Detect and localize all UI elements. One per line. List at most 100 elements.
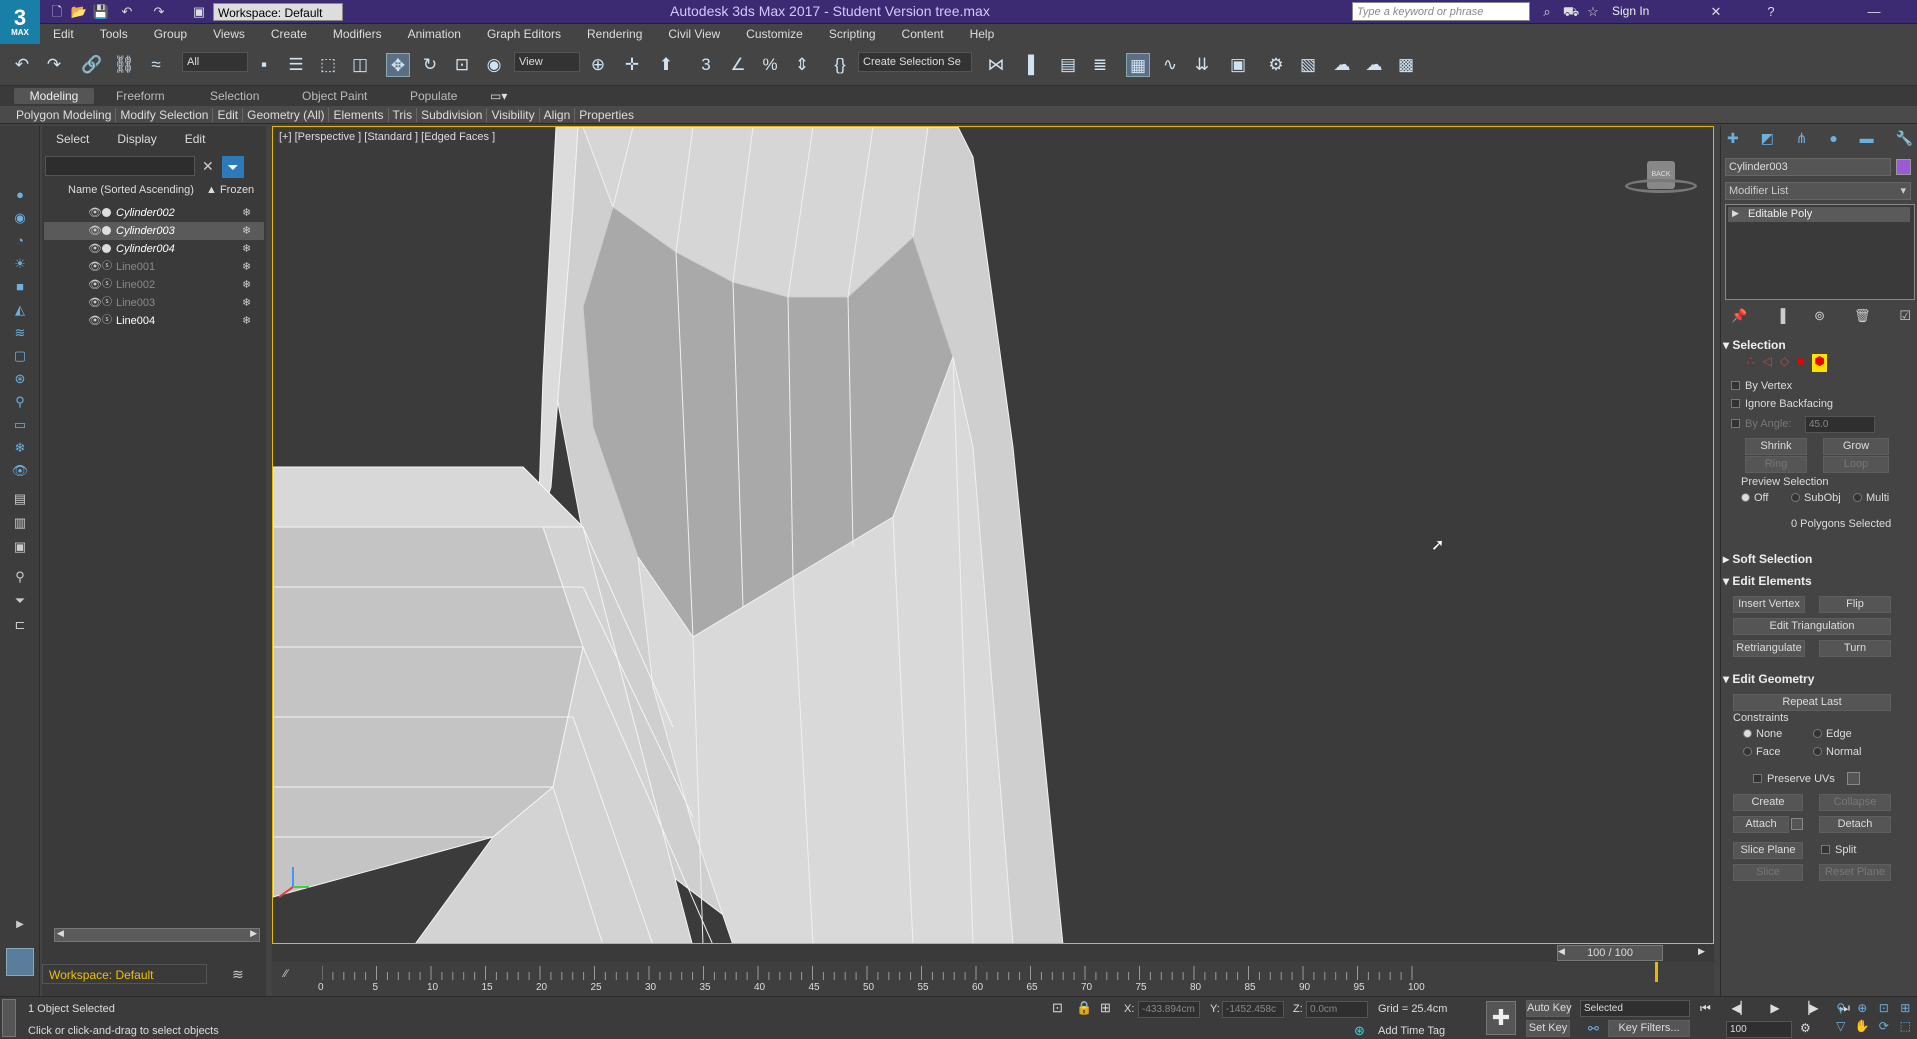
- motion-tab-icon[interactable]: ●: [1829, 130, 1837, 152]
- binoculars-icon[interactable]: ⌕: [1538, 3, 1556, 21]
- edit-geometry-rollout-header[interactable]: ▾ Edit Geometry: [1723, 670, 1913, 688]
- x-coordinate-field[interactable]: -433.894cm: [1138, 1001, 1200, 1018]
- ribbon-geometry-all[interactable]: Geometry (All): [243, 107, 330, 122]
- by-angle-spinner[interactable]: 45.0: [1805, 416, 1875, 433]
- layer-explorer-toggle-icon[interactable]: [6, 948, 34, 976]
- invert-display-icon[interactable]: ▣: [11, 538, 29, 556]
- preview-off-radio[interactable]: Off: [1741, 492, 1768, 504]
- clear-search-icon[interactable]: ✕: [202, 158, 214, 175]
- undo-icon[interactable]: ↶: [118, 3, 136, 21]
- explorer-row[interactable]: 👁 Cylinder003 ❄: [44, 222, 264, 240]
- maxscript-listener-icon[interactable]: [2, 999, 16, 1037]
- split-checkbox[interactable]: Split: [1821, 844, 1856, 856]
- zoom-icon[interactable]: ⚲: [1830, 1001, 1852, 1019]
- frozen-toggle-icon[interactable]: ❄: [242, 204, 251, 222]
- make-unique-icon[interactable]: ⊚: [1814, 308, 1825, 326]
- display-none-toggle-icon[interactable]: ▥: [11, 514, 29, 532]
- element-icon[interactable]: ⬢: [1812, 354, 1827, 372]
- ribbon-tab-freeform[interactable]: Freeform: [110, 88, 171, 104]
- display-groups-icon[interactable]: ▢: [11, 347, 29, 365]
- loop-button[interactable]: Loop: [1823, 456, 1889, 473]
- time-slider[interactable]: 100 / 100 ◀ ▶: [272, 944, 1714, 962]
- flip-button[interactable]: Flip: [1819, 596, 1891, 613]
- display-geometry-icon[interactable]: ◉: [11, 209, 29, 227]
- menu-group[interactable]: Group: [141, 27, 200, 41]
- set-key-button[interactable]: Set Key: [1526, 1020, 1570, 1037]
- select-manipulate-icon[interactable]: ✛: [620, 53, 644, 77]
- ribbon-visibility[interactable]: Visibility: [487, 107, 540, 122]
- star-icon[interactable]: ☆: [1584, 3, 1602, 21]
- ribbon-subdivision[interactable]: Subdivision: [417, 107, 488, 122]
- explorer-row[interactable]: 👁 ⓢ Line002 ❄: [44, 276, 264, 294]
- workspace-dropdown[interactable]: Workspace: Default: [213, 3, 343, 21]
- retriangulate-button[interactable]: Retriangulate: [1733, 640, 1805, 657]
- project-folder-icon[interactable]: ▣: [190, 3, 208, 21]
- track-bar[interactable]: ⁄∕ 0 5 10 15 20 25 30 35 40 45 50 55 60 65 70 75 80 85 90 9…: [272, 962, 1714, 996]
- constraint-face-radio[interactable]: Face: [1743, 746, 1780, 758]
- align-icon[interactable]: ▐: [1016, 53, 1040, 77]
- pivot-center-icon[interactable]: ⊕: [586, 53, 610, 77]
- window-crossing-icon[interactable]: ◫: [348, 53, 372, 77]
- menu-tools[interactable]: Tools: [87, 27, 141, 41]
- curve-editor-mini-icon[interactable]: ⁄∕: [284, 968, 288, 980]
- reference-coordinate-dropdown[interactable]: View: [514, 52, 580, 72]
- display-all-icon[interactable]: ▤: [11, 490, 29, 508]
- key-filter-icon[interactable]: ⚯: [1588, 1021, 1599, 1037]
- vertex-icon[interactable]: ∴: [1747, 354, 1755, 372]
- perspective-viewport[interactable]: [+] [Perspective ] [Standard ] [Edged Fa…: [272, 126, 1714, 944]
- prev-key-icon[interactable]: ◀▏: [1731, 1001, 1749, 1017]
- preview-multi-radio[interactable]: Multi: [1853, 492, 1889, 504]
- z-coordinate-field[interactable]: 0.0cm: [1306, 1001, 1368, 1018]
- ribbon-edit[interactable]: Edit: [213, 107, 244, 122]
- undo-icon[interactable]: ↶: [10, 53, 34, 77]
- menu-help[interactable]: Help: [957, 27, 1008, 41]
- menu-graph-editors[interactable]: Graph Editors: [474, 27, 574, 41]
- ribbon-polygon-modeling[interactable]: Polygon Modeling: [12, 107, 117, 122]
- frozen-toggle-icon[interactable]: ❄: [242, 312, 251, 330]
- soft-selection-rollout-header[interactable]: ▸ Soft Selection: [1723, 550, 1913, 568]
- turn-button[interactable]: Turn: [1819, 640, 1891, 657]
- render-production-icon[interactable]: ☁: [1330, 53, 1354, 77]
- ignore-backfacing-checkbox[interactable]: Ignore Backfacing: [1731, 398, 1833, 410]
- explorer-filter-icon[interactable]: ⏷: [222, 156, 244, 178]
- display-helpers-icon[interactable]: ◭: [11, 301, 29, 319]
- named-selection-sets-dropdown[interactable]: Create Selection Se: [858, 52, 972, 72]
- redo-icon[interactable]: ↷: [150, 3, 168, 21]
- expand-icon[interactable]: ⊏: [11, 616, 29, 634]
- zoom-extents-icon[interactable]: ⊡: [1873, 1001, 1895, 1019]
- collapse-button[interactable]: Collapse: [1819, 794, 1891, 811]
- edit-elements-rollout-header[interactable]: ▾ Edit Elements: [1723, 572, 1913, 590]
- menu-content[interactable]: Content: [889, 27, 957, 41]
- object-color-swatch[interactable]: [1896, 159, 1911, 175]
- add-time-tag-label[interactable]: Add Time Tag: [1378, 1025, 1445, 1037]
- menu-rendering[interactable]: Rendering: [574, 27, 655, 41]
- constraint-none-radio[interactable]: None: [1743, 728, 1782, 740]
- time-slider-thumb[interactable]: 100 / 100: [1557, 945, 1663, 961]
- frozen-toggle-icon[interactable]: ❄: [242, 258, 251, 276]
- polygon-icon[interactable]: ■: [1797, 354, 1804, 372]
- absolute-mode-icon[interactable]: ⊞: [1100, 1000, 1111, 1016]
- search-input[interactable]: Type a keyword or phrase: [1352, 2, 1530, 21]
- next-frame-icon[interactable]: ▶: [1698, 946, 1705, 957]
- cart-icon[interactable]: ⛟: [1562, 3, 1580, 21]
- modifier-stack[interactable]: Editable Poly ▶: [1725, 204, 1915, 300]
- grow-button[interactable]: Grow: [1823, 438, 1889, 455]
- sign-in-button[interactable]: Sign In: [1612, 4, 1649, 18]
- attach-settings-icon[interactable]: [1791, 818, 1803, 830]
- shrink-button[interactable]: Shrink: [1745, 438, 1807, 455]
- current-frame-field[interactable]: 100: [1726, 1021, 1792, 1038]
- ribbon-tab-selection[interactable]: Selection: [204, 88, 265, 104]
- reset-plane-button[interactable]: Reset Plane: [1819, 864, 1891, 881]
- layers-icon[interactable]: ≋: [232, 966, 244, 983]
- display-none-icon[interactable]: ●: [11, 186, 29, 204]
- display-lights-icon[interactable]: ☀: [11, 255, 29, 273]
- place-icon[interactable]: ◉: [482, 53, 506, 77]
- explorer-row[interactable]: 👁 ⓢ Line001 ❄: [44, 258, 264, 276]
- expand-icon[interactable]: ▶: [1732, 208, 1739, 219]
- unlink-icon[interactable]: ⛓: [112, 53, 136, 77]
- schematic-view-icon[interactable]: ⇊: [1190, 53, 1214, 77]
- display-xrefs-icon[interactable]: ⊛: [11, 370, 29, 388]
- workspace-selector[interactable]: Workspace: Default: [42, 964, 207, 984]
- modify-tab-icon[interactable]: ◩: [1761, 130, 1774, 152]
- select-object-icon[interactable]: ▪: [252, 53, 276, 77]
